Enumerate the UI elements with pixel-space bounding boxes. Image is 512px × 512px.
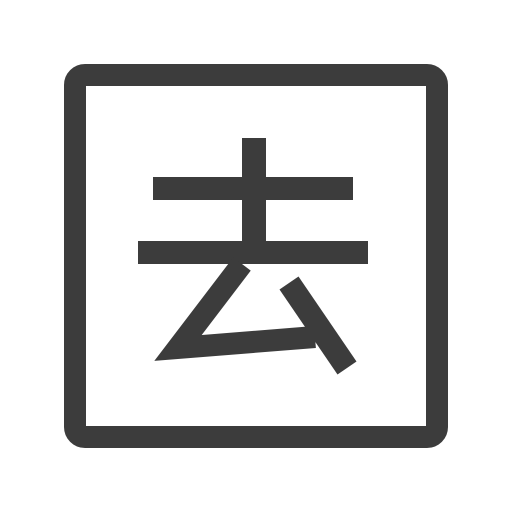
glyph-upper-horizontal [153,177,353,200]
glyph-strokes [138,138,368,264]
kanji-qu-squared-icon: 去 [64,64,448,448]
icon-canvas: 去 [0,0,512,512]
glyph-lower-horizontal [138,241,368,264]
glyph-right-dot-stroke [279,276,357,375]
